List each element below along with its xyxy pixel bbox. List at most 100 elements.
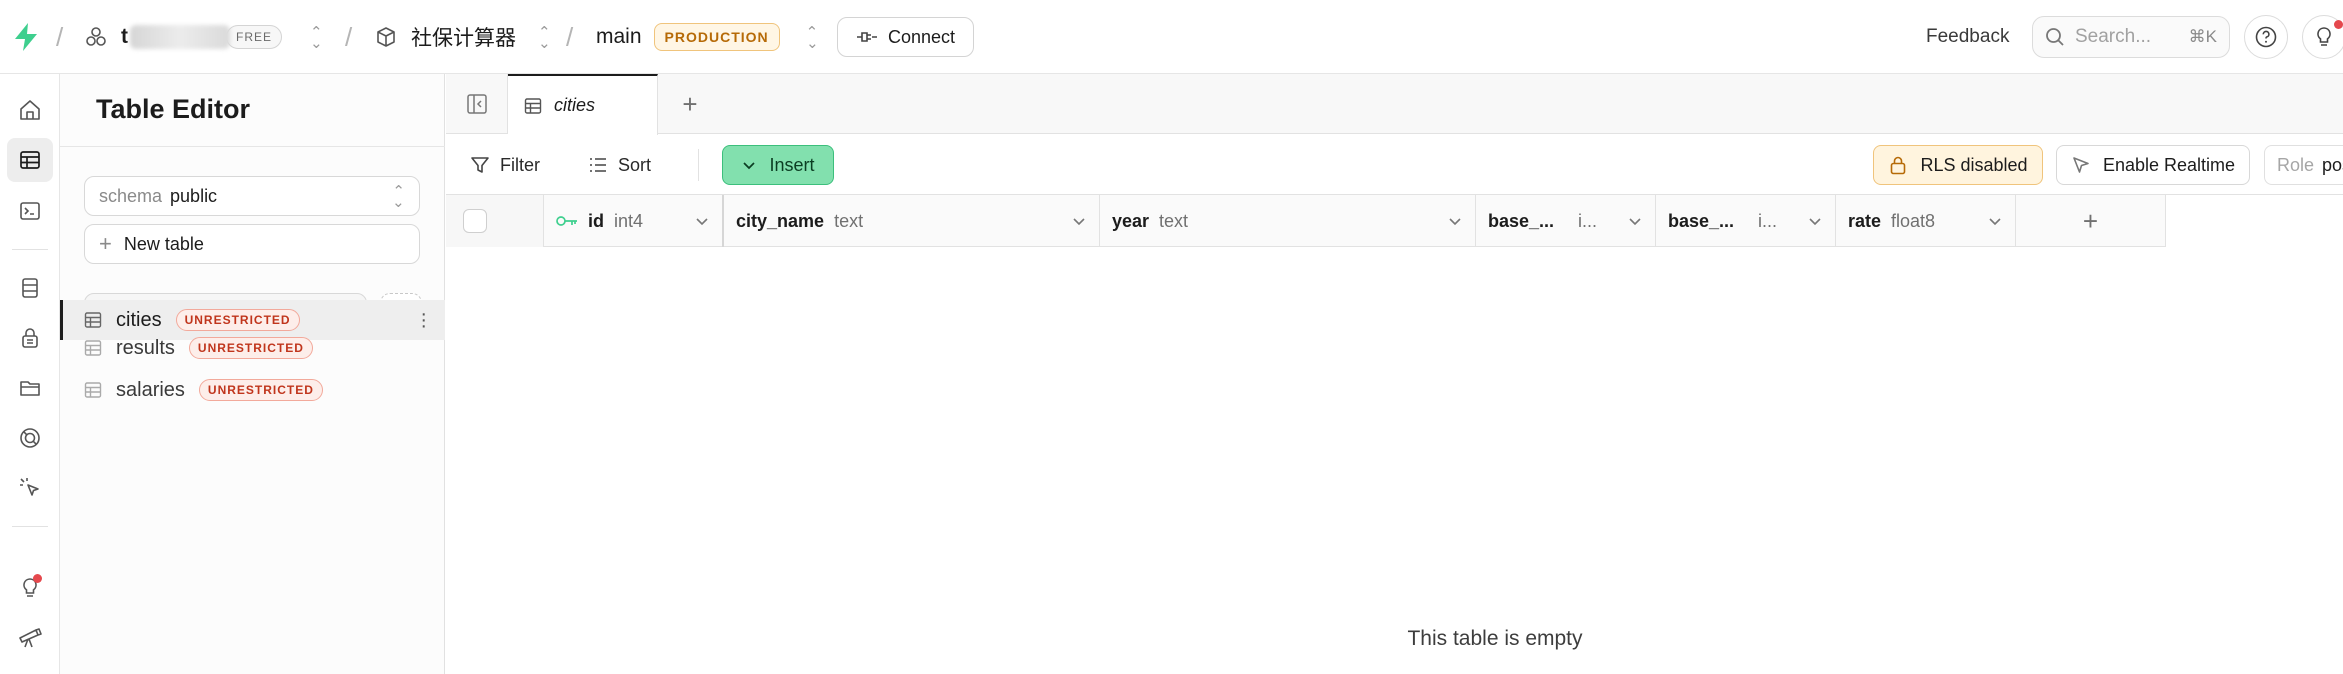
- insert-label: Insert: [769, 154, 815, 175]
- rls-label: RLS disabled: [1920, 154, 2028, 175]
- column-menu-chevron-icon[interactable]: [1627, 213, 1643, 229]
- tab-label: cities: [554, 95, 596, 115]
- advisor-button[interactable]: [2302, 15, 2343, 59]
- telescope-icon: [19, 628, 42, 648]
- home-icon: [20, 100, 40, 120]
- connect-button[interactable]: Connect: [837, 17, 975, 57]
- column-menu-chevron-icon[interactable]: [1807, 213, 1823, 229]
- nav-table-editor[interactable]: [7, 138, 53, 182]
- column-header-city-name[interactable]: city_name text: [724, 195, 1100, 247]
- notification-dot: [2334, 20, 2343, 29]
- project-switcher[interactable]: 社保计算器 ⌃ ⌃: [375, 0, 551, 74]
- column-name: base_...: [1668, 210, 1735, 231]
- new-table-button[interactable]: + New table: [84, 224, 420, 264]
- table-editor-sidebar: Table Editor schema public ⌃ ⌃ + New tabl…: [60, 74, 445, 674]
- realtime-label: Enable Realtime: [2102, 154, 2236, 175]
- select-all-cell: [446, 195, 544, 247]
- org-name: t: [121, 25, 128, 48]
- collapse-sidebar-button[interactable]: [446, 74, 508, 134]
- plug-icon: [857, 32, 877, 42]
- database-icon: [22, 278, 38, 298]
- organization-icon: [86, 27, 106, 46]
- column-header-base-2[interactable]: base_... i...: [1656, 195, 1836, 247]
- org-switch-chevron-icon: ⌃ ⌃: [310, 24, 323, 50]
- breadcrumb-separator: /: [56, 21, 64, 52]
- table-icon: [524, 97, 542, 114]
- connect-wrapper: Connect: [837, 0, 975, 74]
- supabase-logo[interactable]: [12, 0, 40, 74]
- redacted-org-name: [130, 25, 230, 49]
- nav-database[interactable]: [7, 266, 53, 310]
- nav-home[interactable]: [7, 88, 53, 132]
- table-list-item-results[interactable]: results UNRESTRICTED: [60, 328, 445, 368]
- column-menu-chevron-icon[interactable]: [694, 213, 710, 229]
- tab-cities[interactable]: cities: [508, 74, 658, 135]
- column-menu-chevron-icon[interactable]: [1987, 213, 2003, 229]
- column-type: text: [1159, 210, 1189, 231]
- nav-edge-functions[interactable]: [7, 416, 53, 460]
- cursor-click-icon: [20, 478, 39, 496]
- unrestricted-badge: UNRESTRICTED: [188, 337, 313, 359]
- sort-button[interactable]: Sort: [588, 145, 651, 185]
- main-content: cities + Filter Sort Insert RLS disabled…: [446, 74, 2343, 674]
- global-search-wrapper: Search... ⌘K: [2032, 0, 2230, 74]
- insert-button[interactable]: Insert: [722, 145, 834, 185]
- branch-switcher[interactable]: main PRODUCTION ⌃ ⌃: [596, 0, 818, 74]
- column-header-base-1[interactable]: base_... i...: [1476, 195, 1656, 247]
- new-table-label: New table: [123, 233, 204, 254]
- search-shortcut: ⌘K: [2188, 27, 2217, 46]
- primary-key-icon: [556, 216, 577, 226]
- column-header-id[interactable]: id int4: [544, 195, 724, 247]
- nav-rail: [0, 74, 60, 674]
- role-selector[interactable]: Role postgres: [2264, 145, 2343, 185]
- column-name: base_...: [1488, 210, 1555, 231]
- sidebar-title: Table Editor: [96, 94, 251, 124]
- nav-observability[interactable]: [7, 616, 53, 660]
- help-button[interactable]: [2244, 15, 2288, 59]
- rls-disabled-button[interactable]: RLS disabled: [1873, 145, 2043, 185]
- help-icon: [2255, 26, 2277, 48]
- column-header-year[interactable]: year text: [1100, 195, 1476, 247]
- select-all-checkbox[interactable]: [462, 209, 487, 233]
- folder-icon: [20, 381, 40, 396]
- search-icon: [2046, 28, 2064, 46]
- feedback-button[interactable]: Feedback: [1926, 0, 2009, 74]
- nav-sql-editor[interactable]: [7, 189, 53, 233]
- column-menu-chevron-icon[interactable]: [1071, 213, 1087, 229]
- column-type: i...: [1578, 210, 1598, 231]
- nav-advisors[interactable]: [7, 566, 53, 610]
- column-menu-chevron-icon[interactable]: [1447, 213, 1463, 229]
- empty-table-message: This table is empty: [1407, 627, 1583, 650]
- filter-button[interactable]: Filter: [470, 145, 540, 185]
- help-wrapper: [2244, 0, 2288, 74]
- project-switch-chevron-icon: ⌃ ⌃: [538, 24, 551, 50]
- table-list-item-salaries[interactable]: salaries UNRESTRICTED: [60, 370, 445, 410]
- enable-realtime-button[interactable]: Enable Realtime: [2056, 145, 2250, 185]
- top-bar: / t FREE ⌃ ⌃ / 社保计算器 ⌃ ⌃ / main PRODUCTION…: [0, 0, 2343, 74]
- nav-storage[interactable]: [7, 366, 53, 410]
- table-icon: [84, 382, 102, 398]
- column-header-rate[interactable]: rate float8: [1836, 195, 2016, 247]
- nav-authentication[interactable]: [7, 316, 53, 360]
- new-tab-button[interactable]: +: [670, 74, 710, 134]
- toolbar-divider: [698, 149, 699, 181]
- breadcrumb-separator: /: [345, 21, 353, 52]
- schema-value: public: [170, 185, 218, 206]
- sort-label: Sort: [618, 154, 652, 175]
- org-switcher[interactable]: t FREE ⌃ ⌃: [85, 0, 323, 74]
- nav-realtime[interactable]: [7, 466, 53, 510]
- environment-badge: PRODUCTION: [653, 23, 780, 51]
- functions-icon: [20, 428, 40, 448]
- plus-icon: +: [2082, 205, 2099, 236]
- filter-label: Filter: [500, 154, 540, 175]
- supabase-logo-icon: [15, 23, 37, 51]
- grid-toolbar: Filter Sort Insert RLS disabled Enable R…: [446, 135, 2343, 195]
- lightbulb-icon: [2317, 27, 2331, 46]
- global-search[interactable]: Search... ⌘K: [2032, 16, 2230, 58]
- schema-select[interactable]: schema public ⌃ ⌃: [84, 176, 420, 216]
- plan-badge: FREE: [226, 25, 283, 49]
- notification-dot: [33, 574, 42, 583]
- more-options-icon[interactable]: · · ·: [420, 304, 427, 336]
- add-column-button[interactable]: +: [2016, 195, 2166, 247]
- role-value: postgres: [2322, 154, 2343, 175]
